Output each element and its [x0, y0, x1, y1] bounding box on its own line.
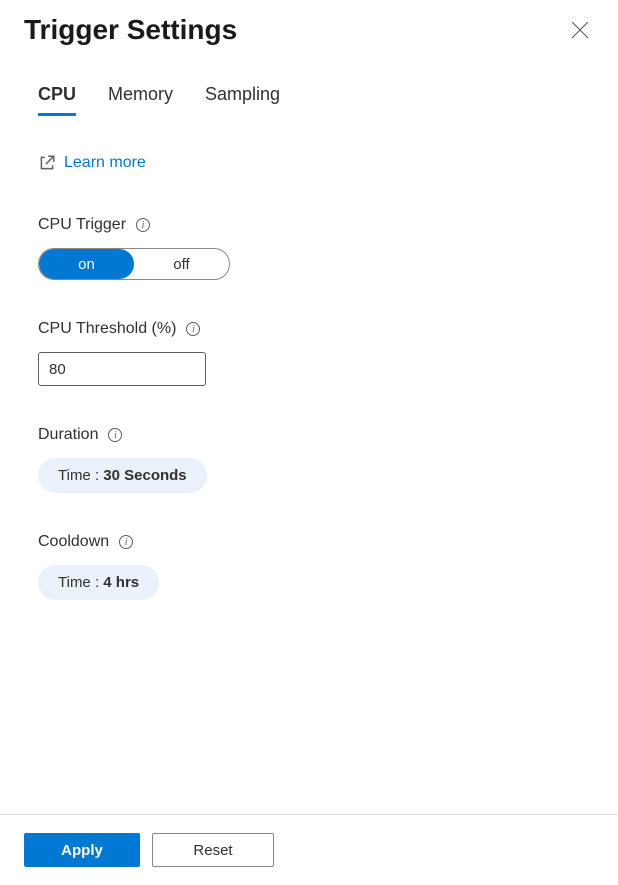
- duration-value: 30 Seconds: [103, 467, 186, 484]
- cooldown-value: 4 hrs: [103, 574, 139, 591]
- info-icon[interactable]: i: [186, 322, 200, 336]
- external-link-icon: [38, 154, 56, 172]
- cpu-trigger-label: CPU Trigger: [38, 216, 126, 234]
- duration-pill[interactable]: Time : 30 Seconds: [38, 458, 207, 493]
- tab-memory[interactable]: Memory: [108, 84, 173, 116]
- reset-button[interactable]: Reset: [152, 833, 274, 867]
- close-button[interactable]: [566, 16, 594, 44]
- cooldown-label: Cooldown: [38, 533, 109, 551]
- tab-sampling[interactable]: Sampling: [205, 84, 280, 116]
- apply-button[interactable]: Apply: [24, 833, 140, 867]
- page-title: Trigger Settings: [24, 14, 237, 46]
- info-icon[interactable]: i: [136, 218, 150, 232]
- cpu-threshold-input[interactable]: [38, 352, 206, 386]
- info-icon[interactable]: i: [119, 535, 133, 549]
- toggle-on[interactable]: on: [39, 249, 134, 279]
- close-icon: [571, 21, 589, 39]
- tabs: CPU Memory Sampling: [38, 84, 594, 116]
- cpu-threshold-label: CPU Threshold (%): [38, 320, 176, 338]
- cooldown-pill-prefix: Time :: [58, 574, 103, 591]
- learn-more-label: Learn more: [64, 154, 146, 172]
- duration-label: Duration: [38, 426, 98, 444]
- learn-more-link[interactable]: Learn more: [38, 154, 594, 172]
- info-icon[interactable]: i: [108, 428, 122, 442]
- cpu-trigger-toggle[interactable]: on off: [38, 248, 230, 280]
- duration-pill-prefix: Time :: [58, 467, 103, 484]
- tab-cpu[interactable]: CPU: [38, 84, 76, 116]
- toggle-off[interactable]: off: [134, 249, 229, 279]
- cooldown-pill[interactable]: Time : 4 hrs: [38, 565, 159, 600]
